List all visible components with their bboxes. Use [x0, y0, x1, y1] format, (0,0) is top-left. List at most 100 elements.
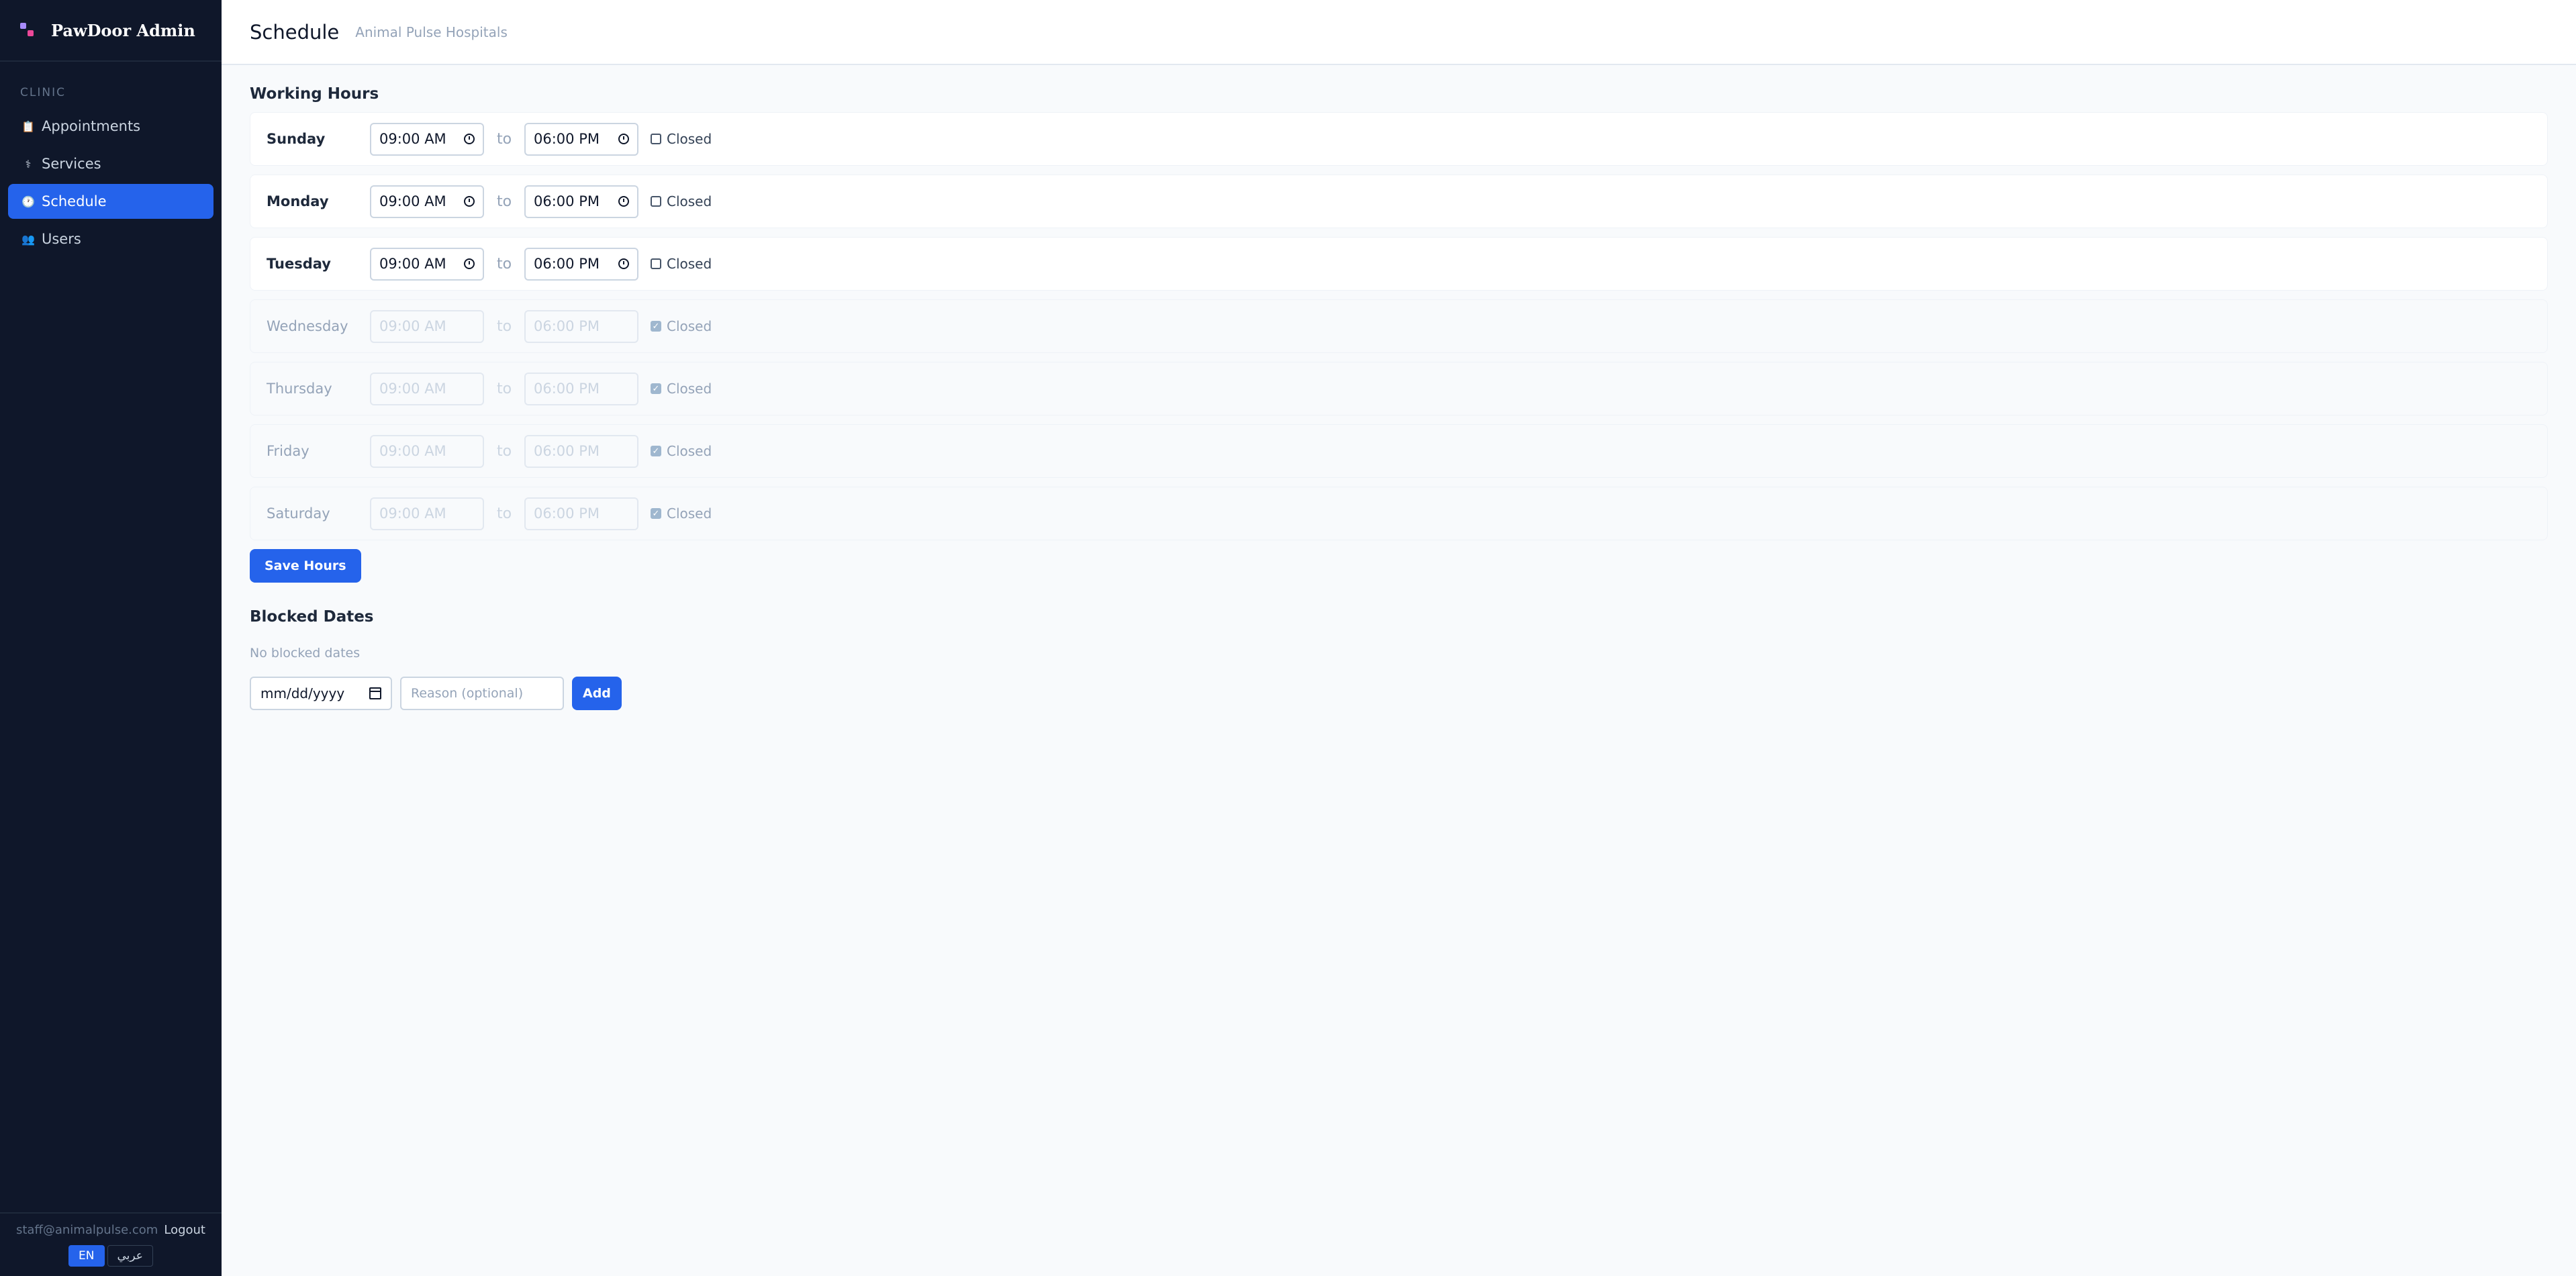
closed-checkbox[interactable]	[651, 258, 661, 269]
day-row-sunday: Sunday 09:00 AM to 06:00 PM Closed	[250, 112, 2548, 166]
stethoscope-icon: ⚕	[25, 157, 32, 170]
to-label: to	[496, 380, 512, 397]
close-time-value: 06:00 PM	[534, 318, 600, 334]
sidebar-item-label: Appointments	[42, 118, 141, 134]
lang-en-button[interactable]: EN	[68, 1245, 105, 1267]
date-placeholder: mm/dd/yyyy	[260, 685, 345, 701]
save-hours-button[interactable]: Save Hours	[250, 549, 361, 583]
clock-icon[interactable]	[464, 258, 475, 269]
sidebar-item-label: Schedule	[42, 193, 107, 209]
clock-icon[interactable]	[618, 196, 629, 207]
open-time-input[interactable]: 09:00 AM	[370, 309, 484, 343]
logout-link[interactable]: Logout	[164, 1223, 205, 1237]
day-name: Tuesday	[267, 256, 331, 272]
blocked-date-input[interactable]: mm/dd/yyyy	[250, 677, 392, 710]
close-time-input[interactable]: 06:00 PM	[524, 309, 638, 343]
blocked-dates-empty: No blocked dates	[250, 646, 361, 660]
open-time-input[interactable]: 09:00 AM	[370, 497, 484, 530]
day-row-thursday: Thursday 09:00 AM to 06:00 PM ✓ Closed	[250, 362, 2548, 415]
closed-toggle[interactable]: Closed	[651, 193, 712, 209]
closed-label: Closed	[667, 131, 712, 147]
sidebar-item-services[interactable]: ⚕ Services	[8, 146, 213, 181]
closed-toggle[interactable]: ✓ Closed	[651, 318, 712, 334]
to-label: to	[496, 505, 512, 522]
brand-name: PawDoor Admin	[51, 20, 195, 40]
day-row-monday: Monday 09:00 AM to 06:00 PM Closed	[250, 175, 2548, 228]
calendar-icon[interactable]	[369, 687, 381, 699]
clock-icon[interactable]	[618, 258, 629, 269]
closed-toggle[interactable]: ✓ Closed	[651, 505, 712, 522]
closed-toggle[interactable]: Closed	[651, 256, 712, 272]
lang-ar-button[interactable]: عربي	[107, 1245, 153, 1267]
day-name: Thursday	[267, 381, 332, 397]
to-label: to	[496, 255, 512, 273]
closed-label: Closed	[667, 443, 712, 459]
open-time-input[interactable]: 09:00 AM	[370, 185, 484, 218]
closed-checkbox[interactable]: ✓	[651, 321, 661, 332]
day-name: Saturday	[267, 505, 330, 522]
to-label: to	[496, 193, 512, 210]
sidebar: PawDoor Admin CLINIC 📋 Appointments ⚕ Servi…	[0, 0, 222, 1276]
open-time-input[interactable]: 09:00 AM	[370, 434, 484, 468]
closed-toggle[interactable]: Closed	[651, 131, 712, 147]
close-time-value: 06:00 PM	[534, 443, 600, 459]
sidebar-item-label: Services	[42, 156, 101, 172]
paw-logo-icon	[20, 23, 35, 38]
working-hours-list: Sunday 09:00 AM to 06:00 PM Closed Monday 09:0…	[250, 112, 2548, 540]
clock-icon[interactable]	[464, 134, 475, 144]
clock-icon[interactable]	[464, 196, 475, 207]
close-time-value: 06:00 PM	[534, 131, 600, 147]
open-time-input[interactable]: 09:00 AM	[370, 372, 484, 405]
open-time-value: 09:00 AM	[379, 131, 446, 147]
closed-label: Closed	[667, 505, 712, 522]
sidebar-item-schedule[interactable]: 🕐 Schedule	[8, 184, 213, 219]
closed-label: Closed	[667, 318, 712, 334]
open-time-value: 09:00 AM	[379, 193, 446, 209]
reason-input[interactable]	[400, 677, 564, 710]
closed-checkbox[interactable]: ✓	[651, 446, 661, 456]
open-time-input[interactable]: 09:00 AM	[370, 247, 484, 281]
user-email: staff@animalpulse.com	[16, 1223, 158, 1237]
closed-checkbox[interactable]: ✓	[651, 508, 661, 519]
brand: PawDoor Admin	[0, 0, 222, 62]
closed-toggle[interactable]: ✓ Closed	[651, 381, 712, 397]
add-blocked-date-form: mm/dd/yyyy Add	[250, 677, 2548, 710]
day-name: Friday	[267, 443, 309, 459]
closed-checkbox[interactable]: ✓	[651, 383, 661, 394]
blocked-dates-title: Blocked Dates	[250, 608, 374, 626]
page-title: Schedule	[250, 20, 340, 44]
close-time-input[interactable]: 06:00 PM	[524, 434, 638, 468]
to-label: to	[496, 442, 512, 460]
sidebar-item-users[interactable]: 👥 Users	[8, 222, 213, 256]
sidebar-footer: staff@animalpulse.com Logout EN عربي	[0, 1212, 222, 1276]
close-time-input[interactable]: 06:00 PM	[524, 247, 638, 281]
close-time-input[interactable]: 06:00 PM	[524, 497, 638, 530]
day-name: Sunday	[267, 131, 326, 147]
closed-label: Closed	[667, 381, 712, 397]
day-row-wednesday: Wednesday 09:00 AM to 06:00 PM ✓ Closed	[250, 299, 2548, 353]
day-name: Monday	[267, 193, 329, 209]
close-time-value: 06:00 PM	[534, 381, 600, 397]
closed-checkbox[interactable]	[651, 134, 661, 144]
open-time-value: 09:00 AM	[379, 381, 446, 397]
day-row-tuesday: Tuesday 09:00 AM to 06:00 PM Closed	[250, 237, 2548, 291]
clock-icon[interactable]	[618, 134, 629, 144]
add-blocked-date-button[interactable]: Add	[572, 677, 622, 710]
working-hours-title: Working Hours	[250, 85, 379, 103]
clipboard-icon: 📋	[21, 119, 35, 133]
close-time-input[interactable]: 06:00 PM	[524, 185, 638, 218]
sidebar-item-appointments[interactable]: 📋 Appointments	[8, 109, 213, 144]
sidebar-section-label: CLINIC	[20, 86, 66, 99]
to-label: to	[496, 317, 512, 335]
closed-toggle[interactable]: ✓ Closed	[651, 443, 712, 459]
closed-checkbox[interactable]	[651, 196, 661, 207]
closed-label: Closed	[667, 193, 712, 209]
open-time-input[interactable]: 09:00 AM	[370, 122, 484, 156]
close-time-input[interactable]: 06:00 PM	[524, 122, 638, 156]
open-time-value: 09:00 AM	[379, 505, 446, 522]
sidebar-nav: 📋 Appointments ⚕ Services 🕐 Schedule 👥 Users	[0, 109, 222, 256]
sidebar-item-label: Users	[42, 231, 81, 247]
close-time-input[interactable]: 06:00 PM	[524, 372, 638, 405]
day-name: Wednesday	[267, 318, 348, 334]
content: Working Hours Sunday 09:00 AM to 06:00 PM Cl…	[222, 65, 2576, 710]
